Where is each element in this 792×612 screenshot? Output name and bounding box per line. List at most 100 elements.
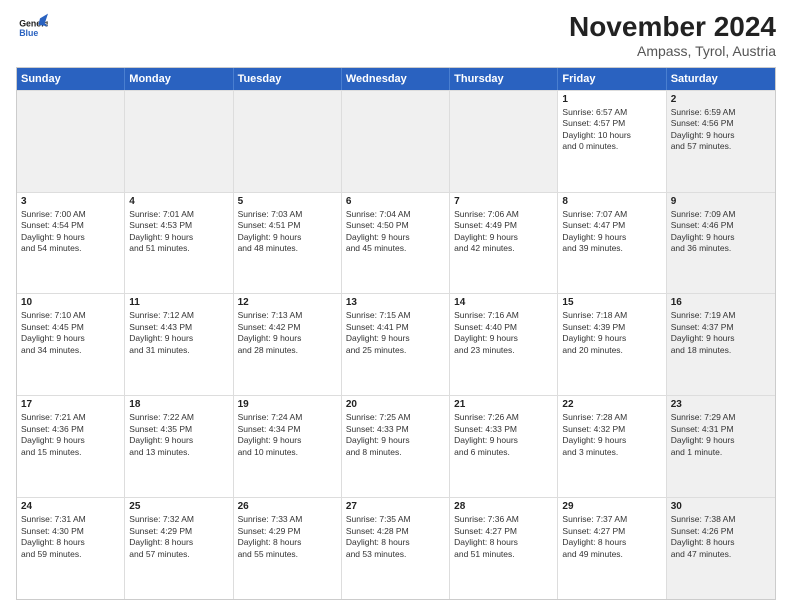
day-info: Sunrise: 7:07 AM Sunset: 4:47 PM Dayligh… — [562, 209, 661, 255]
sub-title: Ampass, Tyrol, Austria — [569, 43, 776, 59]
weekday-header-friday: Friday — [558, 68, 666, 90]
day-number: 28 — [454, 501, 553, 512]
day-cell-28: 28Sunrise: 7:36 AM Sunset: 4:27 PM Dayli… — [450, 498, 558, 599]
day-info: Sunrise: 7:09 AM Sunset: 4:46 PM Dayligh… — [671, 209, 771, 255]
day-number: 27 — [346, 501, 445, 512]
day-number: 20 — [346, 399, 445, 410]
day-info: Sunrise: 6:59 AM Sunset: 4:56 PM Dayligh… — [671, 107, 771, 153]
day-number: 7 — [454, 196, 553, 207]
svg-text:Blue: Blue — [19, 28, 38, 38]
calendar-header: SundayMondayTuesdayWednesdayThursdayFrid… — [17, 68, 775, 90]
day-cell-25: 25 Sunrise: 7:32 AM Sunset: 4:29 PM Dayli… — [125, 498, 233, 599]
day-number: 11 — [129, 297, 228, 308]
day-cell-14: 14Sunrise: 7:16 AM Sunset: 4:40 PM Dayli… — [450, 294, 558, 395]
empty-cell — [342, 91, 450, 192]
day-number: 3 — [21, 196, 120, 207]
weekday-header-monday: Monday — [125, 68, 233, 90]
day-info: Sunrise: 7:04 AM Sunset: 4:50 PM Dayligh… — [346, 209, 445, 255]
day-info: Sunrise: 7:21 AM Sunset: 4:36 PM Dayligh… — [21, 412, 120, 458]
day-info: Sunrise: 7:28 AM Sunset: 4:32 PM Dayligh… — [562, 412, 661, 458]
day-info: Sunrise: 7:18 AM Sunset: 4:39 PM Dayligh… — [562, 310, 661, 356]
day-number: 15 — [562, 297, 661, 308]
day-cell-17: 17 Sunrise: 7:21 AM Sunset: 4:36 PM Dayli… — [17, 396, 125, 497]
empty-cell — [450, 91, 558, 192]
weekday-header-wednesday: Wednesday — [342, 68, 450, 90]
calendar-row-4: 17 Sunrise: 7:21 AM Sunset: 4:36 PM Dayli… — [17, 395, 775, 497]
day-info: Sunrise: 7:12 AM Sunset: 4:43 PM Dayligh… — [129, 310, 228, 356]
day-number: 1 — [562, 94, 661, 105]
day-cell-15: 15 Sunrise: 7:18 AM Sunset: 4:39 PM Dayli… — [558, 294, 666, 395]
day-cell-1: 1 Sunrise: 6:57 AM Sunset: 4:57 PM Daylig… — [558, 91, 666, 192]
day-number: 2 — [671, 94, 771, 105]
day-cell-18: 18 Sunrise: 7:22 AM Sunset: 4:35 PM Dayli… — [125, 396, 233, 497]
day-number: 16 — [671, 297, 771, 308]
day-cell-4: 4 Sunrise: 7:01 AM Sunset: 4:53 PM Daylig… — [125, 193, 233, 294]
weekday-header-thursday: Thursday — [450, 68, 558, 90]
main-title: November 2024 — [569, 12, 776, 43]
day-cell-24: 24Sunrise: 7:31 AM Sunset: 4:30 PM Dayli… — [17, 498, 125, 599]
day-number: 22 — [562, 399, 661, 410]
day-number: 30 — [671, 501, 771, 512]
empty-cell — [234, 91, 342, 192]
calendar-row-1: 1 Sunrise: 6:57 AM Sunset: 4:57 PM Daylig… — [17, 90, 775, 192]
day-info: Sunrise: 7:25 AM Sunset: 4:33 PM Dayligh… — [346, 412, 445, 458]
weekday-header-saturday: Saturday — [667, 68, 775, 90]
day-info: Sunrise: 6:57 AM Sunset: 4:57 PM Dayligh… — [562, 107, 661, 153]
day-cell-6: 6 Sunrise: 7:04 AM Sunset: 4:50 PM Daylig… — [342, 193, 450, 294]
empty-cell — [17, 91, 125, 192]
day-number: 8 — [562, 196, 661, 207]
day-cell-13: 13 Sunrise: 7:15 AM Sunset: 4:41 PM Dayli… — [342, 294, 450, 395]
calendar-body: 1 Sunrise: 6:57 AM Sunset: 4:57 PM Daylig… — [17, 90, 775, 599]
weekday-header-sunday: Sunday — [17, 68, 125, 90]
day-number: 26 — [238, 501, 337, 512]
day-info: Sunrise: 7:24 AM Sunset: 4:34 PM Dayligh… — [238, 412, 337, 458]
day-cell-29: 29Sunrise: 7:37 AM Sunset: 4:27 PM Dayli… — [558, 498, 666, 599]
day-cell-9: 9 Sunrise: 7:09 AM Sunset: 4:46 PM Daylig… — [667, 193, 775, 294]
day-cell-3: 3 Sunrise: 7:00 AM Sunset: 4:54 PM Daylig… — [17, 193, 125, 294]
day-number: 25 — [129, 501, 228, 512]
empty-cell — [125, 91, 233, 192]
day-number: 14 — [454, 297, 553, 308]
day-number: 21 — [454, 399, 553, 410]
day-info: Sunrise: 7:10 AM Sunset: 4:45 PM Dayligh… — [21, 310, 120, 356]
weekday-header-tuesday: Tuesday — [234, 68, 342, 90]
day-number: 13 — [346, 297, 445, 308]
day-cell-21: 21Sunrise: 7:26 AM Sunset: 4:33 PM Dayli… — [450, 396, 558, 497]
day-cell-16: 16 Sunrise: 7:19 AM Sunset: 4:37 PM Dayli… — [667, 294, 775, 395]
day-cell-22: 22 Sunrise: 7:28 AM Sunset: 4:32 PM Dayli… — [558, 396, 666, 497]
day-cell-5: 5 Sunrise: 7:03 AM Sunset: 4:51 PM Daylig… — [234, 193, 342, 294]
day-info: Sunrise: 7:13 AM Sunset: 4:42 PM Dayligh… — [238, 310, 337, 356]
page: General Blue November 2024 Ampass, Tyrol… — [0, 0, 792, 612]
day-cell-23: 23Sunrise: 7:29 AM Sunset: 4:31 PM Dayli… — [667, 396, 775, 497]
day-number: 17 — [21, 399, 120, 410]
day-cell-19: 19 Sunrise: 7:24 AM Sunset: 4:34 PM Dayli… — [234, 396, 342, 497]
day-cell-2: 2 Sunrise: 6:59 AM Sunset: 4:56 PM Daylig… — [667, 91, 775, 192]
logo: General Blue — [16, 12, 48, 44]
day-number: 18 — [129, 399, 228, 410]
day-info: Sunrise: 7:22 AM Sunset: 4:35 PM Dayligh… — [129, 412, 228, 458]
day-info: Sunrise: 7:19 AM Sunset: 4:37 PM Dayligh… — [671, 310, 771, 356]
header: General Blue November 2024 Ampass, Tyrol… — [16, 12, 776, 59]
day-cell-8: 8 Sunrise: 7:07 AM Sunset: 4:47 PM Daylig… — [558, 193, 666, 294]
day-info: Sunrise: 7:32 AM Sunset: 4:29 PM Dayligh… — [129, 514, 228, 560]
day-info: Sunrise: 7:01 AM Sunset: 4:53 PM Dayligh… — [129, 209, 228, 255]
day-cell-7: 7Sunrise: 7:06 AM Sunset: 4:49 PM Daylig… — [450, 193, 558, 294]
day-info: Sunrise: 7:15 AM Sunset: 4:41 PM Dayligh… — [346, 310, 445, 356]
day-info: Sunrise: 7:03 AM Sunset: 4:51 PM Dayligh… — [238, 209, 337, 255]
logo-icon: General Blue — [16, 12, 48, 44]
day-info: Sunrise: 7:37 AM Sunset: 4:27 PM Dayligh… — [562, 514, 661, 560]
day-cell-30: 30Sunrise: 7:38 AM Sunset: 4:26 PM Dayli… — [667, 498, 775, 599]
title-block: November 2024 Ampass, Tyrol, Austria — [569, 12, 776, 59]
day-number: 9 — [671, 196, 771, 207]
day-cell-12: 12Sunrise: 7:13 AM Sunset: 4:42 PM Dayli… — [234, 294, 342, 395]
day-number: 5 — [238, 196, 337, 207]
day-info: Sunrise: 7:00 AM Sunset: 4:54 PM Dayligh… — [21, 209, 120, 255]
day-number: 24 — [21, 501, 120, 512]
day-number: 4 — [129, 196, 228, 207]
day-number: 23 — [671, 399, 771, 410]
day-cell-27: 27Sunrise: 7:35 AM Sunset: 4:28 PM Dayli… — [342, 498, 450, 599]
day-number: 19 — [238, 399, 337, 410]
day-number: 6 — [346, 196, 445, 207]
calendar-row-2: 3 Sunrise: 7:00 AM Sunset: 4:54 PM Daylig… — [17, 192, 775, 294]
day-number: 10 — [21, 297, 120, 308]
